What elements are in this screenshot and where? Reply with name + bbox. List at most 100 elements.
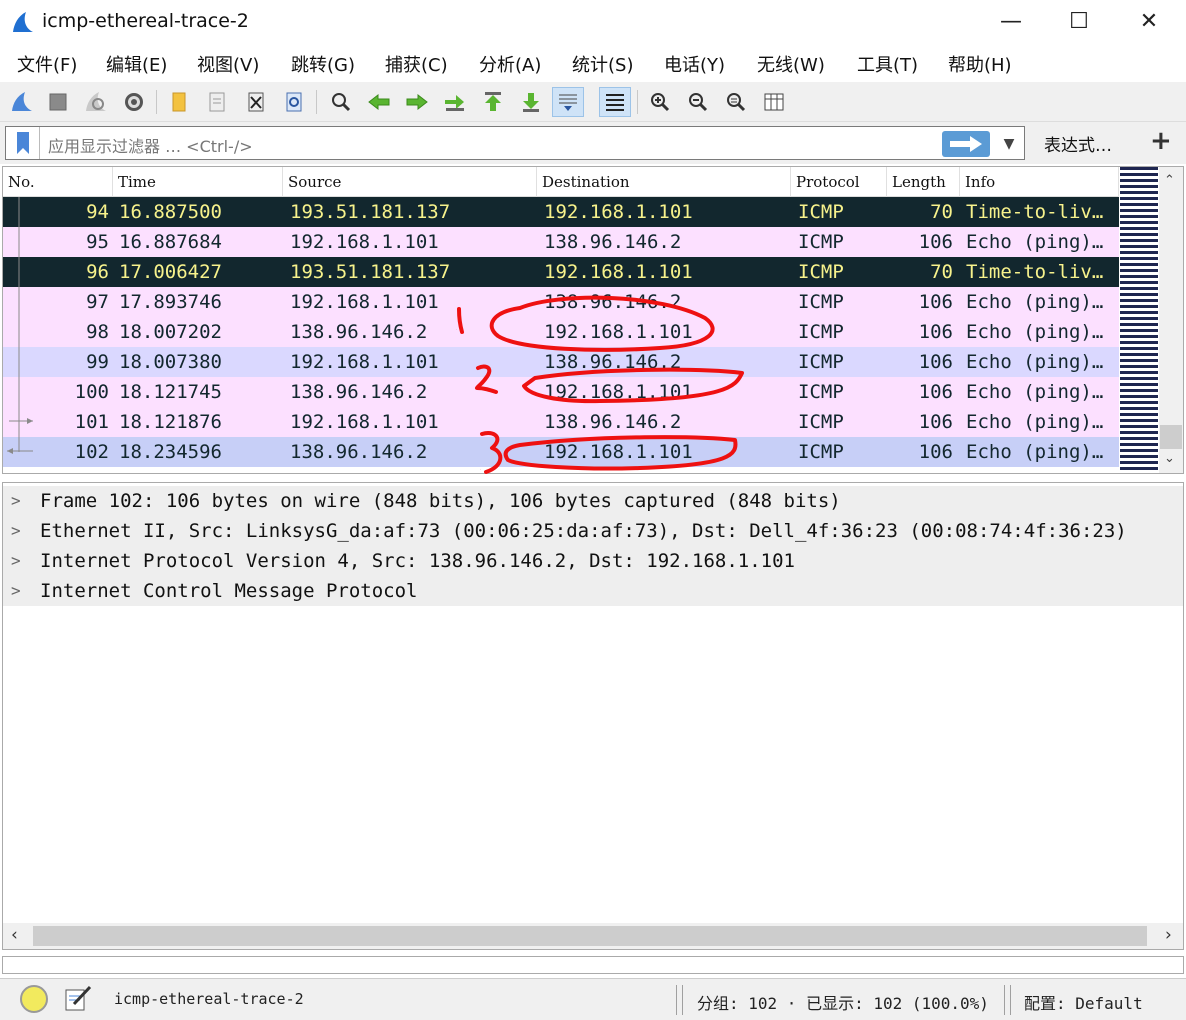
auto-scroll-icon[interactable] bbox=[552, 87, 584, 117]
title-bar: icmp-ethereal-trace-2 — ☐ ✕ bbox=[0, 0, 1186, 44]
chevron-right-icon[interactable]: > bbox=[11, 576, 21, 606]
packet-row[interactable]: 96 17.006427 193.51.181.137 192.168.1.101 IC… bbox=[3, 257, 1119, 287]
packet-cell-time: 18.234596 bbox=[119, 441, 222, 463]
menu-analyze[interactable]: 分析(A) bbox=[479, 51, 541, 77]
column-header-time[interactable]: Time bbox=[113, 167, 283, 197]
restart-capture-icon[interactable] bbox=[80, 87, 112, 117]
go-forward-icon[interactable] bbox=[401, 87, 433, 117]
chevron-right-icon[interactable]: > bbox=[11, 516, 21, 546]
packet-row[interactable]: 98 18.007202 138.96.146.2 192.168.1.101 ICMP… bbox=[3, 317, 1119, 347]
reload-file-icon[interactable] bbox=[278, 87, 310, 117]
detail-row-frame[interactable]: > Frame 102: 106 bytes on wire (848 bits… bbox=[3, 486, 1183, 516]
packet-row[interactable]: 102 18.234596 138.96.146.2 192.168.1.101 ICM… bbox=[3, 437, 1119, 467]
detail-row-ethernet[interactable]: > Ethernet II, Src: LinksysG_da:af:73 (0… bbox=[3, 516, 1183, 546]
menu-go[interactable]: 跳转(G) bbox=[291, 51, 355, 77]
packet-row[interactable]: 101 18.121876 192.168.1.101 138.96.146.2 ICM… bbox=[3, 407, 1119, 437]
packet-cell-protocol: ICMP bbox=[798, 351, 844, 373]
menu-bar: 文件(F) 编辑(E) 视图(V) 跳转(G) 捕获(C) 分析(A) 统计(S… bbox=[0, 44, 1186, 82]
capture-options-icon[interactable] bbox=[118, 87, 150, 117]
menu-help[interactable]: 帮助(H) bbox=[948, 51, 1012, 77]
stop-capture-icon[interactable] bbox=[42, 87, 74, 117]
expert-info-led-icon[interactable] bbox=[20, 985, 48, 1013]
chevron-right-icon[interactable]: > bbox=[11, 546, 21, 576]
open-file-icon[interactable] bbox=[163, 87, 195, 117]
column-header-no[interactable]: No. bbox=[3, 167, 113, 197]
toolbar-separator bbox=[316, 90, 317, 114]
packet-cell-length: 106 bbox=[918, 381, 953, 403]
detail-row-ipv4[interactable]: > Internet Protocol Version 4, Src: 138.… bbox=[3, 546, 1183, 576]
packet-row[interactable]: 95 16.887684 192.168.1.101 138.96.146.2 ICMP… bbox=[3, 227, 1119, 257]
column-header-source[interactable]: Source bbox=[283, 167, 537, 197]
column-header-protocol[interactable]: Protocol bbox=[791, 167, 887, 197]
scroll-up-icon[interactable]: ⌃ bbox=[1164, 173, 1175, 188]
packet-minimap[interactable] bbox=[1120, 167, 1158, 473]
packet-cell-length: 106 bbox=[918, 441, 953, 463]
menu-edit[interactable]: 编辑(E) bbox=[106, 51, 167, 77]
packet-cell-destination: 138.96.146.2 bbox=[544, 231, 682, 253]
status-file-name: icmp-ethereal-trace-2 bbox=[114, 990, 304, 1008]
toolbar-separator bbox=[637, 90, 638, 114]
packet-cell-length: 106 bbox=[918, 411, 953, 433]
menu-capture[interactable]: 捕获(C) bbox=[385, 51, 448, 77]
menu-telephony[interactable]: 电话(Y) bbox=[664, 51, 725, 77]
packet-row[interactable]: 100 18.121745 138.96.146.2 192.168.1.101 ICM… bbox=[3, 377, 1119, 407]
packet-list: No. Time Source Destination Protocol Len… bbox=[2, 166, 1184, 474]
main-toolbar bbox=[0, 82, 1186, 122]
packet-list-scrollbar[interactable]: ⌃ ⌄ bbox=[1159, 167, 1183, 473]
column-header-destination[interactable]: Destination bbox=[537, 167, 791, 197]
go-last-packet-icon[interactable] bbox=[515, 87, 547, 117]
colorize-icon[interactable] bbox=[599, 87, 631, 117]
scrollbar-thumb[interactable] bbox=[1160, 425, 1182, 449]
menu-view[interactable]: 视图(V) bbox=[197, 51, 259, 77]
menu-file[interactable]: 文件(F) bbox=[17, 51, 77, 77]
zoom-normal-icon[interactable] bbox=[720, 87, 752, 117]
packet-cell-info: Echo (ping)… bbox=[966, 381, 1104, 403]
go-back-icon[interactable] bbox=[363, 87, 395, 117]
expression-button[interactable]: 表达式… bbox=[1044, 131, 1112, 156]
go-to-packet-icon[interactable] bbox=[439, 87, 471, 117]
minimize-button[interactable]: — bbox=[996, 8, 1026, 36]
scroll-right-icon[interactable]: › bbox=[1165, 925, 1172, 945]
zoom-in-icon[interactable] bbox=[644, 87, 676, 117]
maximize-button[interactable]: ☐ bbox=[1064, 8, 1094, 36]
bookmark-icon[interactable] bbox=[6, 127, 40, 159]
resize-columns-icon[interactable] bbox=[758, 87, 790, 117]
scroll-down-icon[interactable]: ⌄ bbox=[1164, 451, 1175, 466]
chevron-right-icon[interactable]: > bbox=[11, 486, 21, 516]
packet-row[interactable]: 99 18.007380 192.168.1.101 138.96.146.2 ICMP… bbox=[3, 347, 1119, 377]
go-first-packet-icon[interactable] bbox=[477, 87, 509, 117]
packet-cell-source: 192.168.1.101 bbox=[290, 351, 439, 373]
packet-row[interactable]: 97 17.893746 192.168.1.101 138.96.146.2 ICMP… bbox=[3, 287, 1119, 317]
packet-row[interactable]: 94 16.887500 193.51.181.137 192.168.1.101 IC… bbox=[3, 197, 1119, 227]
add-filter-button[interactable]: + bbox=[1150, 126, 1172, 156]
packet-cell-info: Echo (ping)… bbox=[966, 441, 1104, 463]
menu-wireless[interactable]: 无线(W) bbox=[757, 51, 825, 77]
close-button[interactable]: ✕ bbox=[1134, 8, 1164, 36]
column-header-length[interactable]: Length bbox=[887, 167, 960, 197]
capture-comment-edit-icon[interactable] bbox=[64, 984, 92, 1012]
scroll-left-icon[interactable]: ‹ bbox=[11, 925, 18, 945]
packet-cell-time: 18.007202 bbox=[119, 321, 222, 343]
chevron-down-icon[interactable]: ▼ bbox=[996, 131, 1022, 157]
start-capture-icon[interactable] bbox=[6, 87, 38, 117]
wireshark-fin-icon bbox=[13, 12, 33, 32]
packet-cell-length: 106 bbox=[918, 231, 953, 253]
packet-cell-time: 17.893746 bbox=[119, 291, 222, 313]
packet-cell-destination: 138.96.146.2 bbox=[544, 351, 682, 373]
packet-cell-destination: 192.168.1.101 bbox=[544, 441, 693, 463]
column-header-info[interactable]: Info bbox=[960, 167, 1119, 197]
details-horizontal-scrollbar[interactable]: ‹ › bbox=[3, 923, 1183, 949]
detail-row-icmp[interactable]: > Internet Control Message Protocol bbox=[3, 576, 1183, 606]
find-packet-icon[interactable] bbox=[325, 87, 357, 117]
zoom-out-icon[interactable] bbox=[682, 87, 714, 117]
apply-filter-arrow-icon[interactable] bbox=[942, 131, 990, 157]
menu-statistics[interactable]: 统计(S) bbox=[572, 51, 633, 77]
display-filter-input[interactable]: 应用显示过滤器 … <Ctrl-/> ▼ bbox=[5, 126, 1025, 160]
close-file-icon[interactable] bbox=[240, 87, 272, 117]
display-filter-bar: 应用显示过滤器 … <Ctrl-/> ▼ 表达式… + bbox=[0, 122, 1186, 164]
save-file-icon[interactable] bbox=[201, 87, 233, 117]
status-profile[interactable]: 配置: Default bbox=[1024, 990, 1143, 1014]
menu-tools[interactable]: 工具(T) bbox=[857, 51, 918, 77]
scrollbar-thumb[interactable] bbox=[33, 926, 1147, 946]
packet-bytes-pane[interactable] bbox=[2, 956, 1184, 974]
